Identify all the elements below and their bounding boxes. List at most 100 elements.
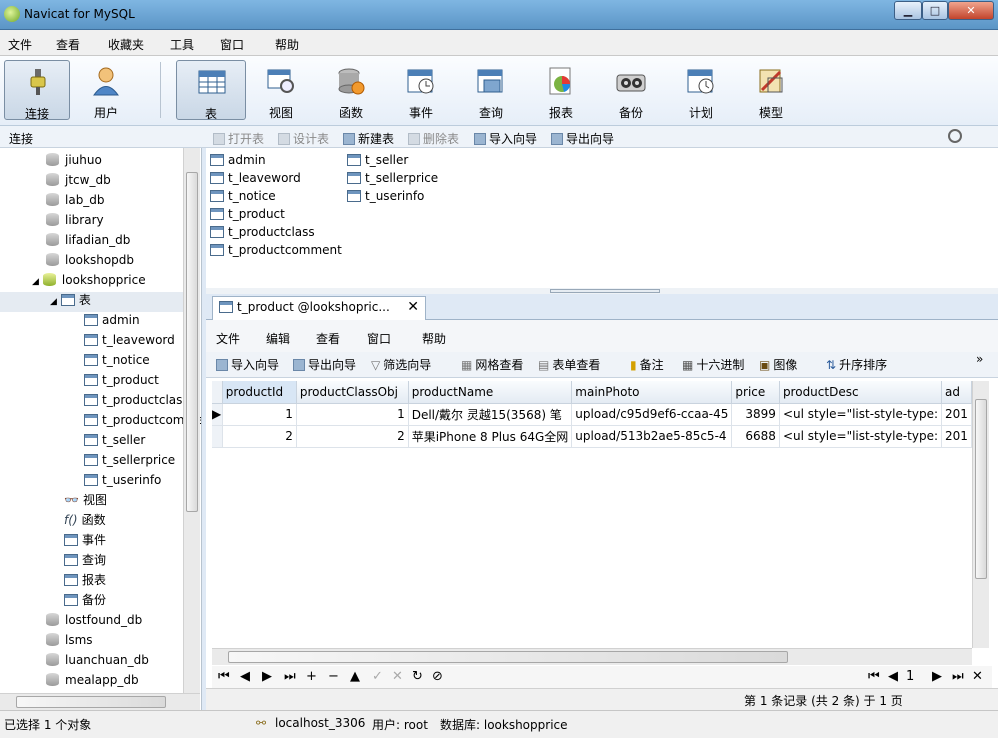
function-button[interactable]: 函数 <box>318 60 384 120</box>
table-cell[interactable]: <ul style="list-style-type: <box>779 425 943 448</box>
previous-record-icon[interactable]: ◀ <box>240 669 250 684</box>
table-list-item[interactable]: t_productcomment <box>210 241 342 259</box>
table-row[interactable]: 2 2 苹果iPhone 8 Plus 64G全网 upload/513b2ae… <box>212 425 972 448</box>
event-button[interactable]: 事件 <box>388 60 454 120</box>
table-list-item[interactable]: t_leaveword <box>210 169 301 187</box>
view-button[interactable]: 视图 <box>248 60 314 120</box>
tree-table-group[interactable]: ◢ 表 <box>50 290 91 310</box>
page-next-icon[interactable]: ▶ <box>932 669 942 684</box>
splitter-grip[interactable] <box>550 289 660 293</box>
tree-vertical-scrollbar[interactable] <box>183 148 200 693</box>
menu-file[interactable]: 文件 <box>8 36 32 53</box>
editor-menu-view[interactable]: 查看 <box>316 330 340 347</box>
table-cell[interactable]: Dell/戴尔 灵越15(3568) 笔 <box>408 403 573 426</box>
tree-table[interactable]: t_seller <box>84 430 145 450</box>
refresh-icon[interactable]: ↻ <box>412 669 423 684</box>
column-header[interactable]: mainPhoto <box>571 381 733 404</box>
stop-icon[interactable]: ⊘ <box>432 669 443 684</box>
column-header[interactable]: productDesc <box>779 381 943 404</box>
import-wizard-button[interactable]: 导入向导 <box>474 130 537 147</box>
tree-group-events[interactable]: 事件 <box>64 530 106 550</box>
schedule-button[interactable]: 计划 <box>668 60 734 120</box>
grid-vertical-scrollbar[interactable] <box>972 381 989 648</box>
last-record-icon[interactable]: ⏭ <box>284 669 296 684</box>
delete-record-icon[interactable]: − <box>328 669 339 684</box>
search-icon[interactable] <box>948 129 962 143</box>
discard-changes-icon[interactable]: ✕ <box>392 669 403 684</box>
table-list-item[interactable]: t_product <box>210 205 285 223</box>
next-record-icon[interactable]: ▶ <box>262 669 272 684</box>
tree-db[interactable]: jiuhuo <box>46 150 102 170</box>
tree-db[interactable]: library <box>46 210 104 230</box>
tab-t-product[interactable]: t_product @lookshopric... ✕ <box>212 296 426 320</box>
query-button[interactable]: 查询 <box>458 60 524 120</box>
menu-view[interactable]: 查看 <box>56 36 80 53</box>
grid-scroll-thumb[interactable] <box>975 399 987 579</box>
image-button[interactable]: ▣ 图像 <box>759 356 797 373</box>
tree-table[interactable]: t_sellerprice <box>84 450 175 470</box>
tree-group-views[interactable]: 👓 视图 <box>64 490 107 510</box>
tree-db[interactable]: jtcw_db <box>46 170 111 190</box>
table-cell[interactable]: upload/c95d9ef6-ccaa-45 <box>571 403 733 426</box>
table-row[interactable]: ▶ 1 1 Dell/戴尔 灵越15(3568) 笔 upload/c95d9e… <box>212 403 972 426</box>
user-button[interactable]: 用户 <box>73 60 139 120</box>
table-cell[interactable]: upload/513b2ae5-85c5-4 <box>571 425 733 448</box>
column-header[interactable]: productId <box>222 381 297 404</box>
tree-table[interactable]: t_leaveword <box>84 330 175 350</box>
tree-table[interactable]: t_userinfo <box>84 470 161 490</box>
filter-wizard-button[interactable]: ▽ 筛选向导 <box>371 356 431 373</box>
table-button[interactable]: 表 <box>176 60 246 121</box>
tree-db[interactable]: lab_db <box>46 190 105 210</box>
column-header[interactable]: productClassObj <box>296 381 409 404</box>
tree-db-open[interactable]: ◢ lookshopprice <box>32 270 146 290</box>
table-list-item[interactable]: t_seller <box>347 151 408 169</box>
table-cell[interactable]: 2 <box>296 425 409 448</box>
tab-close-icon[interactable]: ✕ <box>407 299 419 315</box>
table-cell[interactable]: <ul style="list-style-type: <box>779 403 943 426</box>
tree-group-functions[interactable]: f() 函数 <box>64 510 106 530</box>
memo-button[interactable]: ▮ 备注 <box>630 356 664 373</box>
tree-db[interactable]: lifadian_db <box>46 230 130 250</box>
grid-hscroll-thumb[interactable] <box>228 651 788 663</box>
maximize-button[interactable]: □ <box>922 1 948 20</box>
sort-ascending-button[interactable]: ⇅ 升序排序 <box>826 356 887 373</box>
tree-db[interactable]: lookshopdb <box>46 250 134 270</box>
table-cell[interactable]: 2 <box>222 425 297 448</box>
menu-tools[interactable]: 工具 <box>170 36 194 53</box>
export-wizard-button[interactable]: 导出向导 <box>551 130 614 147</box>
minimize-button[interactable]: ▁ <box>894 1 922 20</box>
tree-group-reports[interactable]: 报表 <box>64 570 106 590</box>
tree-table[interactable]: t_productclass <box>84 390 189 410</box>
add-record-icon[interactable]: + <box>306 669 317 684</box>
menu-help[interactable]: 帮助 <box>275 36 299 53</box>
editor-menu-window[interactable]: 窗口 <box>367 330 391 347</box>
tree-db[interactable]: lostfound_db <box>46 610 142 630</box>
table-cell[interactable]: 苹果iPhone 8 Plus 64G全网 <box>408 425 573 448</box>
hex-button[interactable]: ▦ 十六进制 <box>682 356 744 373</box>
tree-db[interactable]: lsms <box>46 630 93 650</box>
tree-db[interactable]: luanchuan_db <box>46 650 149 670</box>
tree-scroll-thumb[interactable] <box>186 172 198 512</box>
table-list-item[interactable]: t_sellerprice <box>347 169 438 187</box>
first-record-icon[interactable]: ⏮ <box>218 669 230 684</box>
form-view-button[interactable]: ▤ 表单查看 <box>538 356 600 373</box>
grid-horizontal-scrollbar[interactable] <box>212 648 972 665</box>
table-list-item[interactable]: admin <box>210 151 266 169</box>
tree-group-queries[interactable]: 查询 <box>64 550 106 570</box>
column-header[interactable]: ad <box>941 381 972 404</box>
menu-window[interactable]: 窗口 <box>220 36 244 53</box>
apply-changes-icon[interactable]: ✓ <box>372 669 383 684</box>
backup-button[interactable]: 备份 <box>598 60 664 120</box>
editor-import-button[interactable]: 导入向导 <box>216 356 279 373</box>
close-button[interactable]: ✕ <box>948 1 994 20</box>
editor-menu-edit[interactable]: 编辑 <box>266 330 290 347</box>
delete-table-button[interactable]: 删除表 <box>408 130 459 147</box>
tree-group-backups[interactable]: 备份 <box>64 590 106 610</box>
table-cell[interactable]: 1 <box>296 403 409 426</box>
page-number[interactable]: 1 <box>906 669 914 684</box>
table-cell[interactable]: 6688 <box>731 425 780 448</box>
table-cell[interactable]: 1 <box>222 403 297 426</box>
expand-arrow-icon[interactable]: ◢ <box>50 297 57 307</box>
menu-favorites[interactable]: 收藏夹 <box>108 36 144 53</box>
editor-menu-help[interactable]: 帮助 <box>422 330 446 347</box>
